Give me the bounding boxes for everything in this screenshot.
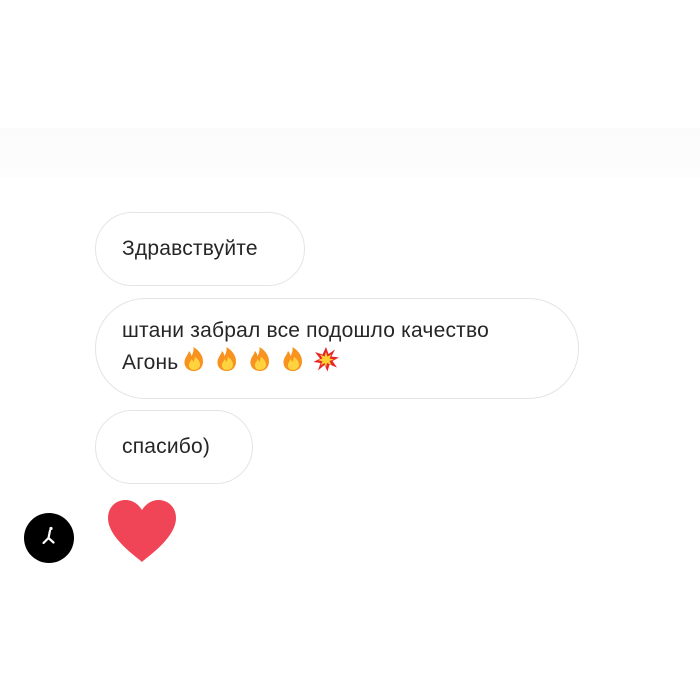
avatar-icon: [42, 526, 55, 545]
fire-icon: [217, 347, 237, 371]
message-bubble[interactable]: штани забрал все подошло качество Агонь: [95, 298, 579, 399]
fire-icon: [184, 347, 204, 371]
chat-screen: Здравствуйте штани забрал все подошло ка…: [0, 0, 700, 700]
message-text: Агонь: [122, 351, 179, 374]
message-text: спасибо): [122, 435, 211, 458]
message-bubble[interactable]: спасибо): [95, 410, 253, 484]
fire-icon: [283, 347, 303, 371]
message-text: Здравствуйте: [122, 237, 258, 260]
message-bubble[interactable]: Здравствуйте: [95, 212, 305, 286]
collision-icon: [313, 347, 340, 372]
emoji-row: [180, 346, 345, 372]
header-band: [0, 128, 700, 178]
message-text-line-2: Агонь: [122, 346, 552, 378]
avatar[interactable]: [24, 513, 74, 563]
fire-icon: [250, 347, 270, 371]
heart-icon[interactable]: [105, 498, 179, 564]
message-text-line-1: штани забрал все подошло качество: [122, 319, 489, 342]
